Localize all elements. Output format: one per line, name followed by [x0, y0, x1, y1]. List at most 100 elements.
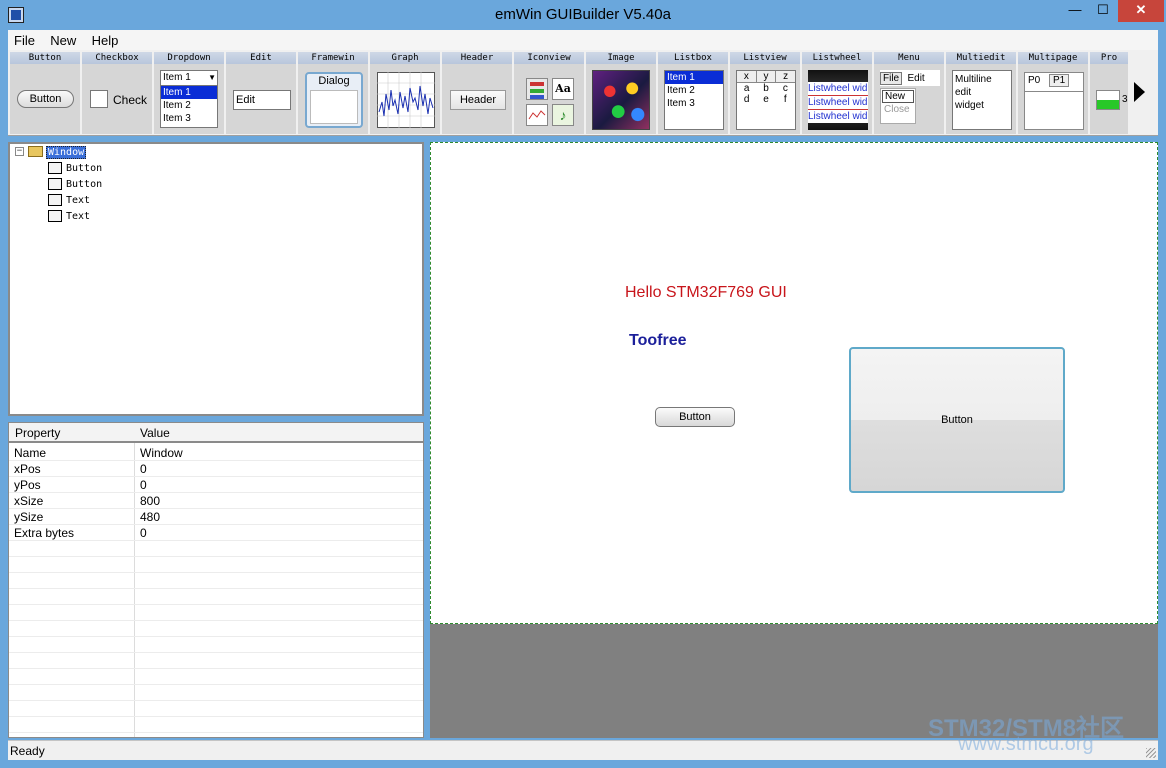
menu-help[interactable]: Help	[86, 30, 125, 51]
listbox-item: Item 1	[665, 71, 723, 84]
property-row[interactable]: ySize 480	[9, 509, 423, 525]
tree-node-root[interactable]: − Window	[15, 145, 87, 159]
property-value[interactable]: 0	[140, 462, 147, 476]
property-row[interactable]: yPos 0	[9, 477, 423, 493]
tool-dropdown[interactable]: Dropdown Item 1 ▼ Item 1 Item 2 Item 3	[154, 52, 226, 134]
tool-listbox[interactable]: Listbox Item 1 Item 2 Item 3	[658, 52, 730, 134]
tool-menu[interactable]: Menu File Edit New Close	[874, 52, 946, 134]
property-value[interactable]: 0	[140, 526, 147, 540]
tree-node-label: Button	[66, 179, 103, 190]
menu-preview-file: File	[880, 72, 903, 85]
tool-listview[interactable]: Listview x y z a b c d e f	[730, 52, 802, 134]
property-value[interactable]: 800	[140, 494, 160, 508]
listview-cell: d	[743, 94, 750, 105]
menu-preview-edit: Edit	[907, 73, 925, 84]
empty-row	[9, 637, 423, 653]
tool-framewin[interactable]: Framewin Dialog	[298, 52, 370, 134]
tool-button[interactable]: Button Button	[10, 52, 82, 134]
canvas-button-large[interactable]: Button	[849, 347, 1065, 493]
empty-row	[9, 557, 423, 573]
widget-tree[interactable]: − Window Button Button Text Text	[8, 142, 424, 416]
tool-image[interactable]: Image	[586, 52, 658, 134]
toolbar-scroll-right-icon[interactable]	[1134, 82, 1145, 102]
listbox-item: Item 3	[667, 98, 695, 109]
tree-node[interactable]: Text	[48, 210, 90, 222]
property-row[interactable]: Extra bytes 0	[9, 525, 423, 541]
property-row[interactable]: xPos 0	[9, 461, 423, 477]
maximize-button[interactable]: ☐	[1088, 0, 1118, 22]
image-preview	[592, 70, 650, 130]
multipage-tab: P0	[1028, 75, 1041, 86]
property-name: Extra bytes	[14, 526, 75, 540]
graph-preview	[377, 72, 435, 128]
widget-toolbar: Button Button Checkbox Check Dropdown It…	[8, 50, 1158, 136]
tool-multipage[interactable]: Multipage P0 P1	[1018, 52, 1090, 134]
tool-checkbox[interactable]: Checkbox Check	[82, 52, 154, 134]
tree-node-label: Text	[66, 195, 91, 206]
tool-header[interactable]: Header Header	[442, 52, 514, 134]
property-name: ySize	[14, 510, 44, 524]
tool-graph-label: Graph	[370, 52, 440, 64]
tool-multiedit[interactable]: Multiedit Multiline edit widget	[946, 52, 1018, 134]
tool-multipage-label: Multipage	[1018, 52, 1088, 64]
minimize-button[interactable]: —	[1060, 0, 1090, 22]
window-title: emWin GUIBuilder V5.40a	[495, 6, 671, 23]
hello-text[interactable]: Hello STM32F769 GUI	[625, 284, 787, 302]
resize-grip-icon[interactable]	[1146, 748, 1156, 758]
dropdown-item: Item 1	[161, 86, 217, 99]
empty-row	[9, 669, 423, 685]
listwheel-preview: Listwheel wid Listwheel wid Listwheel wi…	[808, 70, 868, 130]
framewin-preview: Dialog	[305, 72, 363, 128]
tool-progbar-label: Pro	[1090, 52, 1128, 64]
tool-checkbox-label: Checkbox	[82, 52, 152, 64]
watermark-url: www.stmcu.org	[958, 733, 1094, 755]
widget-icon	[48, 178, 62, 190]
menu-new[interactable]: New	[44, 30, 82, 51]
property-row[interactable]: Name Window	[9, 445, 423, 461]
dropdown-selected-text: Item 1	[163, 72, 191, 83]
tree-node-label: Button	[66, 163, 103, 174]
menu-file[interactable]: File	[8, 30, 41, 51]
listview-row: a b c	[737, 83, 795, 94]
design-area: Hello STM32F769 GUI Toofree Button Butto…	[430, 142, 1158, 738]
music-note-icon: ♪	[552, 104, 574, 126]
property-column-header[interactable]: Property	[15, 426, 60, 440]
property-value[interactable]: 0	[140, 478, 147, 492]
listview-header: x y z	[737, 71, 795, 83]
tree-node[interactable]: Button	[48, 178, 102, 190]
multiedit-preview: Multiline edit widget	[952, 70, 1012, 130]
property-row[interactable]: xSize 800	[9, 493, 423, 509]
multipage-tab: P1	[1049, 74, 1070, 87]
multipage-preview: P0 P1	[1024, 72, 1084, 130]
property-value[interactable]: Window	[140, 446, 183, 460]
empty-row	[9, 701, 423, 717]
tool-graph[interactable]: Graph	[370, 52, 442, 134]
empty-row	[9, 573, 423, 589]
canvas-button-small[interactable]: Button	[655, 407, 735, 427]
tree-node[interactable]: Text	[48, 194, 90, 206]
window-canvas[interactable]: Hello STM32F769 GUI Toofree Button Butto…	[430, 142, 1158, 624]
empty-row	[9, 653, 423, 669]
tool-listbox-label: Listbox	[658, 52, 728, 64]
framewin-caption: Dialog	[318, 75, 350, 87]
value-column-header[interactable]: Value	[140, 426, 170, 440]
tool-iconview[interactable]: Iconview Aa ♪	[514, 52, 586, 134]
tool-header-label: Header	[442, 52, 512, 64]
tool-menu-label: Menu	[874, 52, 944, 64]
status-text: Ready	[10, 744, 45, 758]
toofree-text[interactable]: Toofree	[629, 332, 686, 350]
property-name: xPos	[14, 462, 41, 476]
listview-col-header: x	[737, 71, 757, 82]
listview-col-header: y	[757, 71, 777, 82]
tool-edit[interactable]: Edit Edit	[226, 52, 298, 134]
collapse-icon[interactable]: −	[15, 147, 24, 156]
listview-col-header: z	[783, 71, 789, 82]
empty-row	[9, 589, 423, 605]
tool-listwheel[interactable]: Listwheel Listwheel wid Listwheel wid Li…	[802, 52, 874, 134]
tree-node[interactable]: Button	[48, 162, 102, 174]
tool-iconview-label: Iconview	[514, 52, 584, 64]
close-button[interactable]: ✕	[1118, 0, 1164, 22]
property-value[interactable]: 480	[140, 510, 160, 524]
tool-progbar[interactable]: Pro 3	[1090, 52, 1130, 134]
menu-preview-bar: File Edit	[880, 70, 940, 86]
